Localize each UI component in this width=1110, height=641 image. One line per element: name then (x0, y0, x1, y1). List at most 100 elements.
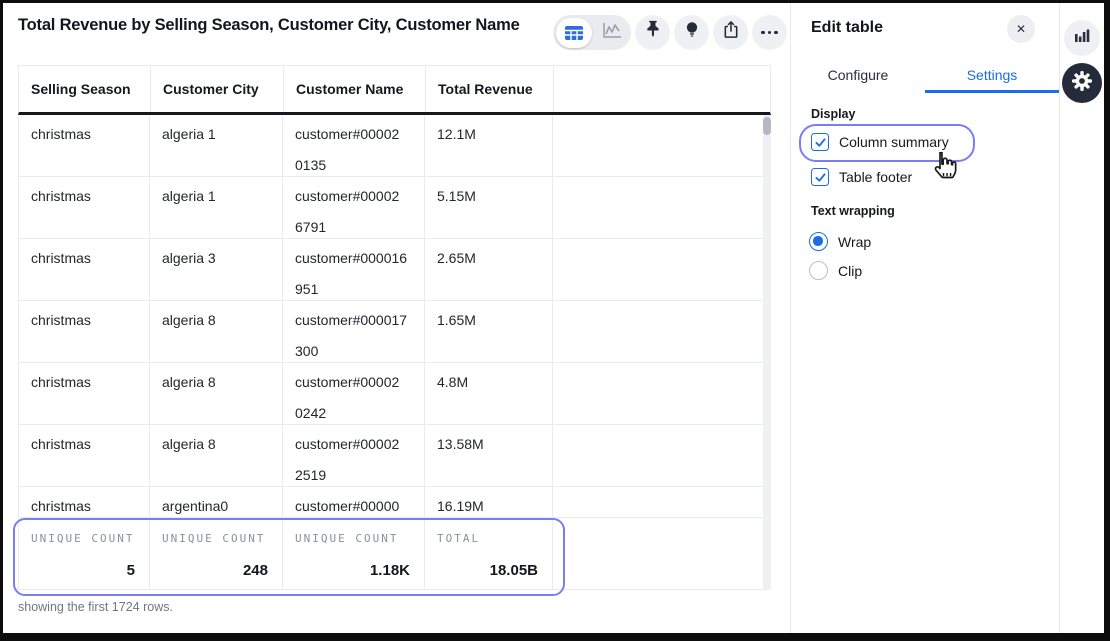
cell-total-revenue[interactable]: 2.65M (425, 239, 553, 300)
cell-customer-name[interactable]: customer#000026791 (283, 177, 425, 238)
cell-total-revenue[interactable]: 4.8M (425, 363, 553, 424)
summary-value: 5 (127, 562, 135, 579)
column-header-empty[interactable] (554, 66, 770, 112)
customer-name-line1: customer#00002 (295, 181, 412, 212)
summary-cell[interactable]: UNIQUE COUNT 248 (150, 518, 283, 589)
worksheet-area: Total Revenue by Selling Season, Custome… (3, 3, 790, 633)
summary-cell[interactable]: TOTAL 18.05B (425, 518, 553, 589)
cell-customer-name[interactable]: customer#000020242 (283, 363, 425, 424)
cell-empty[interactable] (553, 177, 764, 238)
chart-view-button[interactable] (592, 15, 631, 50)
gear-icon (1070, 69, 1094, 98)
tab-configure[interactable]: Configure (791, 60, 925, 93)
chart-view-icon (602, 22, 622, 43)
cell-total-revenue[interactable]: 16.19M (425, 487, 553, 517)
radio-label: Clip (838, 263, 862, 279)
hand-cursor-icon (927, 149, 961, 183)
customer-name-line1: customer#000016 (295, 243, 412, 274)
cell-empty[interactable] (553, 363, 764, 424)
cell-empty[interactable] (553, 115, 764, 176)
summary-label: UNIQUE COUNT (31, 532, 137, 545)
scrollbar-thumb[interactable] (763, 117, 771, 135)
cell-empty[interactable] (553, 301, 764, 362)
table-body: christmas algeria 1 customer#000020135 1… (18, 115, 771, 590)
cell-customer-name[interactable]: customer#00000 (283, 487, 425, 517)
display-section-label: Display (811, 107, 855, 121)
cell-empty[interactable] (553, 487, 764, 517)
pin-button[interactable] (635, 15, 670, 50)
cell-total-revenue[interactable]: 1.65M (425, 301, 553, 362)
customer-name-line1: customer#00002 (295, 119, 412, 150)
cell-selling-season[interactable]: christmas (19, 239, 150, 300)
radio-label: Wrap (838, 234, 871, 250)
table-view-icon (556, 18, 592, 48)
summary-cell[interactable]: UNIQUE COUNT 1.18K (283, 518, 425, 589)
cell-customer-city[interactable]: algeria 8 (150, 301, 283, 362)
table-view-button[interactable] (553, 15, 592, 50)
cell-selling-season[interactable]: christmas (19, 363, 150, 424)
share-icon (720, 19, 742, 46)
lightbulb-icon (681, 19, 703, 46)
share-button[interactable] (713, 15, 748, 50)
cell-total-revenue[interactable]: 12.1M (425, 115, 553, 176)
customer-name-line1: customer#00002 (295, 429, 412, 460)
cell-customer-name[interactable]: customer#000016951 (283, 239, 425, 300)
radio-unselected-icon (809, 261, 828, 280)
cell-customer-name[interactable]: customer#000017300 (283, 301, 425, 362)
table-header-row: Selling Season Customer City Customer Na… (18, 65, 771, 115)
summary-cell[interactable]: UNIQUE COUNT 5 (19, 518, 150, 589)
close-button[interactable]: ✕ (1007, 15, 1035, 43)
cell-customer-city[interactable]: algeria 8 (150, 363, 283, 424)
view-toggle[interactable] (553, 15, 631, 50)
cell-total-revenue[interactable]: 13.58M (425, 425, 553, 486)
bar-chart-icon (1072, 26, 1092, 51)
summary-value: 18.05B (490, 562, 538, 579)
column-header-customer-city[interactable]: Customer City (151, 66, 284, 112)
more-button[interactable] (752, 15, 787, 50)
cell-selling-season[interactable]: christmas (19, 301, 150, 362)
cell-customer-name[interactable]: customer#000020135 (283, 115, 425, 176)
table-row: christmas algeria 8 customer#000017300 1… (19, 301, 764, 363)
table-scrollbar[interactable] (763, 115, 771, 590)
cell-selling-season[interactable]: christmas (19, 487, 150, 517)
radio-wrap[interactable]: Wrap (809, 232, 871, 251)
customer-name-line2: 951 (295, 274, 412, 300)
tab-settings[interactable]: Settings (925, 60, 1059, 93)
cell-customer-city[interactable]: algeria 3 (150, 239, 283, 300)
cell-customer-city[interactable]: algeria 8 (150, 425, 283, 486)
summary-cell-empty[interactable] (553, 518, 764, 589)
customer-name-line1: customer#00002 (295, 367, 412, 398)
cell-empty[interactable] (553, 425, 764, 486)
customer-name-line2: 2519 (295, 460, 412, 486)
cell-selling-season[interactable]: christmas (19, 425, 150, 486)
checkbox-table-footer[interactable]: Table footer (811, 168, 912, 186)
cell-total-revenue[interactable]: 5.15M (425, 177, 553, 238)
customer-name-line1: customer#00000 (295, 491, 412, 517)
cell-selling-season[interactable]: christmas (19, 115, 150, 176)
checkbox-label: Column summary (839, 134, 949, 150)
column-header-customer-name[interactable]: Customer Name (284, 66, 426, 112)
bar-chart-rail-button[interactable] (1064, 20, 1100, 56)
gear-rail-button[interactable] (1062, 63, 1102, 103)
app-window: Total Revenue by Selling Season, Custome… (0, 0, 1110, 641)
panel-title: Edit table (811, 19, 883, 37)
checkbox-label: Table footer (839, 169, 912, 185)
cell-selling-season[interactable]: christmas (19, 177, 150, 238)
radio-clip[interactable]: Clip (809, 261, 862, 280)
cell-customer-city[interactable]: algeria 1 (150, 115, 283, 176)
column-header-total-revenue[interactable]: Total Revenue (426, 66, 554, 112)
pin-icon (642, 19, 664, 46)
customer-name-line1: customer#000017 (295, 305, 412, 336)
cell-customer-city[interactable]: argentina0 (150, 487, 283, 517)
cell-customer-name[interactable]: customer#000022519 (283, 425, 425, 486)
table-row: christmas algeria 1 customer#000026791 5… (19, 177, 764, 239)
lightbulb-button[interactable] (674, 15, 709, 50)
panel-tabs: Configure Settings (791, 60, 1059, 93)
summary-value: 248 (243, 562, 268, 579)
column-header-selling-season[interactable]: Selling Season (19, 66, 151, 112)
element-toolbar (553, 15, 787, 50)
checkbox-column-summary[interactable]: Column summary (811, 133, 949, 151)
edit-table-panel: Edit table ✕ Configure Settings Display … (791, 3, 1059, 633)
cell-customer-city[interactable]: algeria 1 (150, 177, 283, 238)
cell-empty[interactable] (553, 239, 764, 300)
